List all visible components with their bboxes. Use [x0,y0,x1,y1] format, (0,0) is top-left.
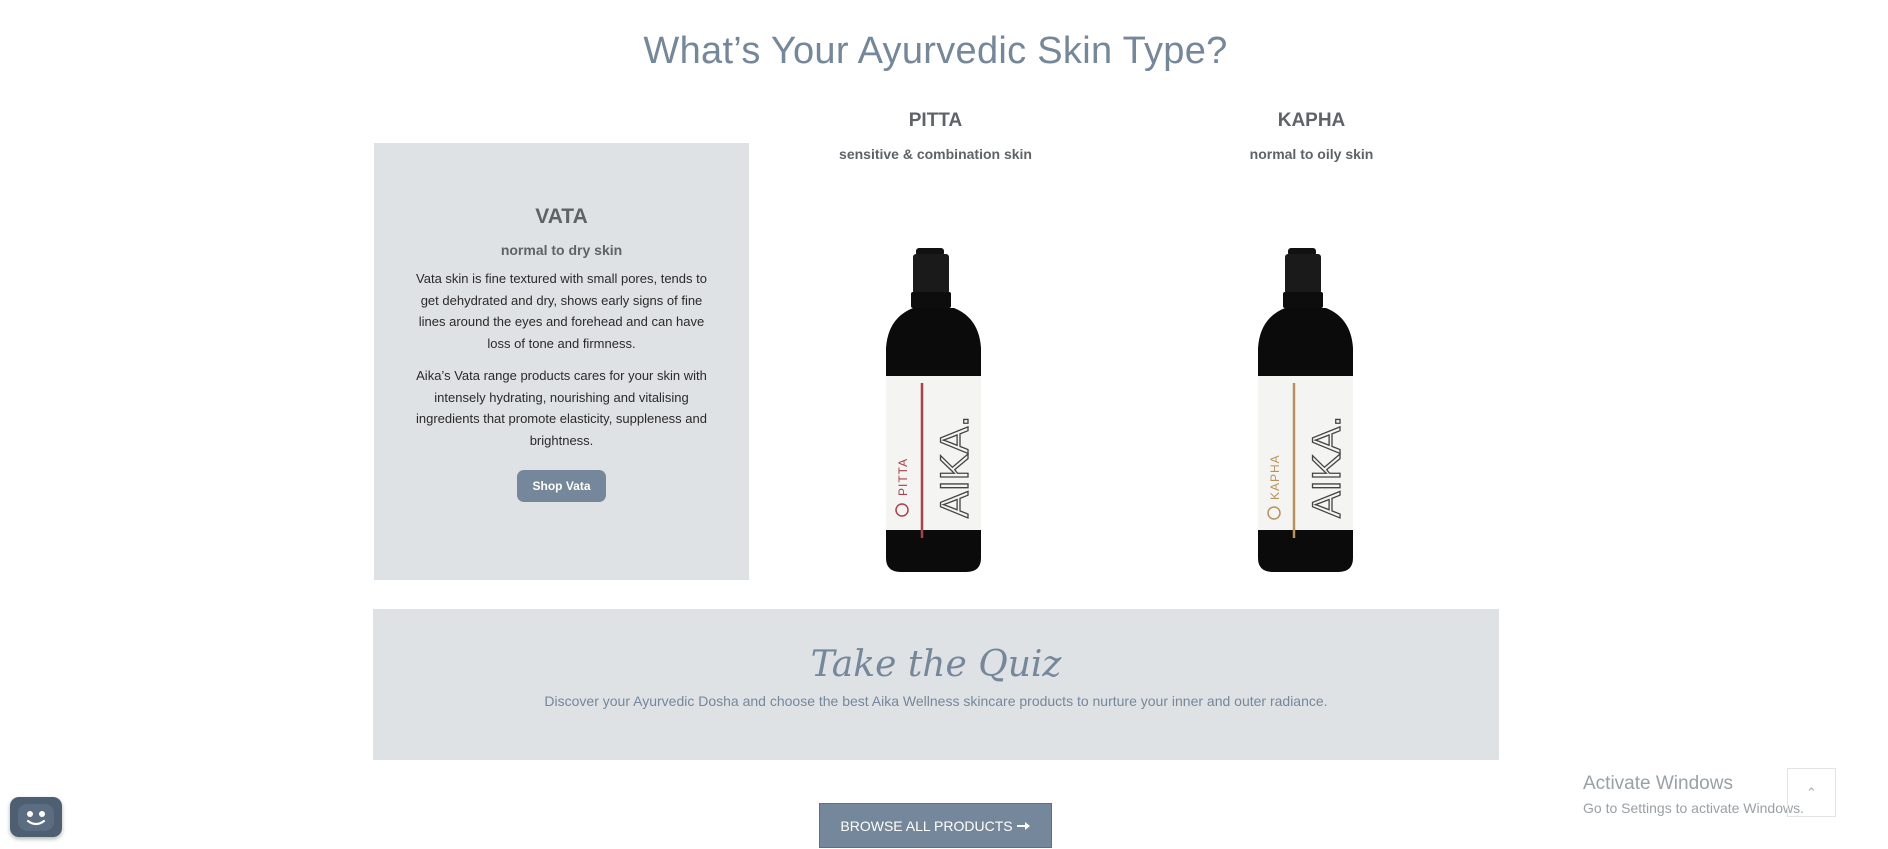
pitta-brand-text: AIKA. [933,416,977,518]
quiz-title[interactable]: Take the Quiz [373,644,1499,685]
kapha-card: KAPHA normal to oily skin [1124,110,1499,162]
windows-activation-watermark: Activate Windows Go to Settings to activ… [1583,773,1804,816]
vata-description: Vata skin is fine textured with small po… [416,271,707,351]
pitta-subtitle: sensitive & combination skin [839,146,1032,162]
vata-name: VATA [535,205,588,228]
watermark-title: Activate Windows [1583,773,1733,794]
pitta-label-text: PITTA [896,458,910,496]
chat-bot-icon [18,804,54,831]
pitta-name: PITTA [908,110,963,131]
quiz-banner[interactable]: Take the Quiz Discover your Ayurvedic Do… [373,609,1499,760]
kapha-brand-text: AIKA. [1305,416,1349,518]
arrow-right-icon [1016,821,1030,830]
vata-card: VATA normal to dry skin Vata skin is fin… [374,143,749,580]
scroll-to-top-button[interactable]: ⌃ [1787,768,1836,817]
chat-widget-button[interactable] [10,797,62,837]
pitta-product-image[interactable]: PITTA AIKA. [876,248,991,576]
kapha-product-image[interactable]: KAPHA AIKA. [1248,248,1363,576]
kapha-label-text: KAPHA [1268,454,1282,500]
vata-subtitle: normal to dry skin [500,242,623,258]
shop-vata-button[interactable]: Shop Vata [517,470,606,502]
kapha-name: KAPHA [1277,110,1346,131]
kapha-subtitle: normal to oily skin [1249,146,1374,162]
watermark-subtitle: Go to Settings to activate Windows. [1583,800,1804,816]
vata-range-description: Aika’s Vata range products cares for you… [416,368,707,448]
browse-label: BROWSE ALL PRODUCTS [840,817,1013,834]
quiz-description: Discover your Ayurvedic Dosha and choose… [544,693,1328,709]
browse-all-products-button[interactable]: BROWSE ALL PRODUCTS [819,803,1052,848]
pitta-card: PITTA sensitive & combination skin [748,110,1123,162]
chevron-up-icon: ⌃ [1806,784,1817,800]
page-title: What’s Your Ayurvedic Skin Type? [643,30,1228,72]
